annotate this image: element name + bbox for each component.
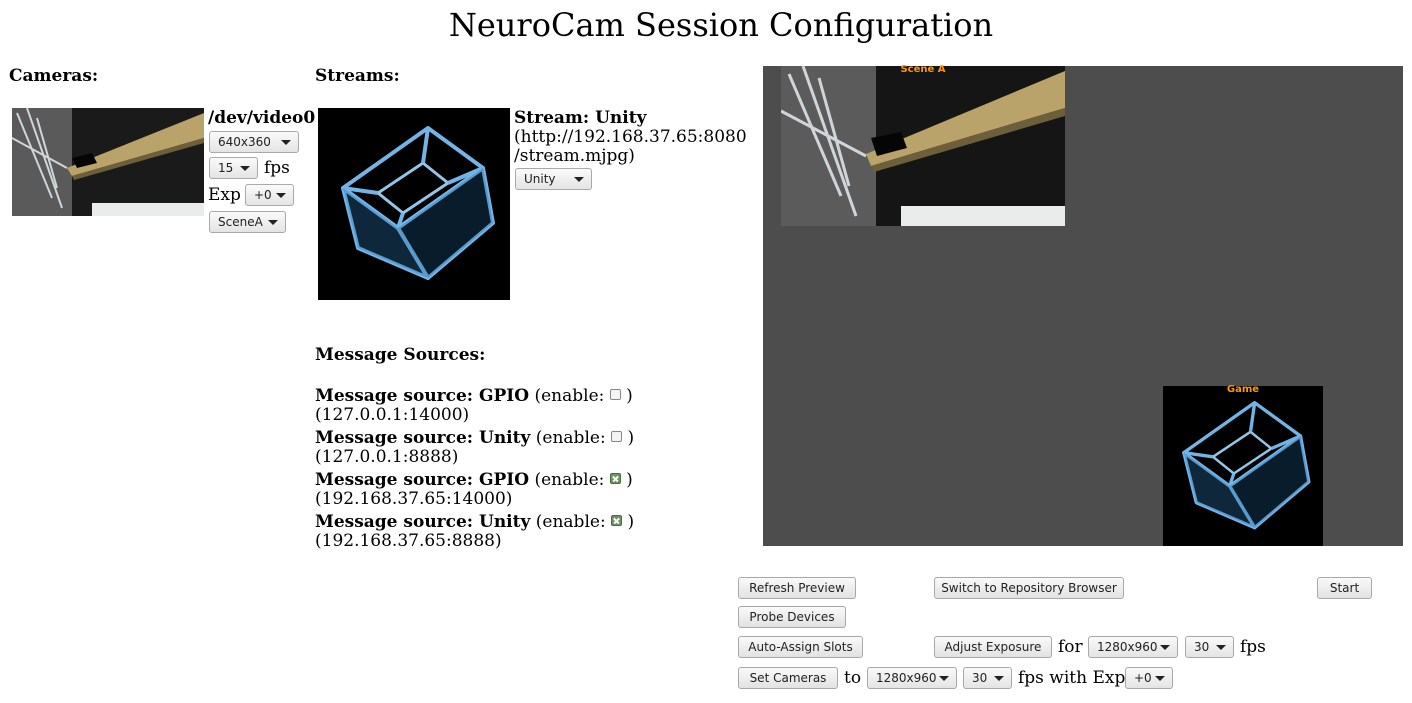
enable-label-close: ) [626,470,633,490]
preview-slot-label: Scene A [900,64,946,75]
message-sources-heading: Message Sources: [315,345,486,365]
preview-game-image [1163,386,1323,546]
camera-fps-label: fps [264,158,290,178]
for-label: for [1058,637,1083,657]
message-source-enable-checkbox[interactable] [611,431,623,442]
camera-exposure-select[interactable]: +0 [245,184,294,206]
message-source-label: Message source: Unity [315,428,531,448]
message-source-item: Message source: GPIO (enable: ) (192.168… [315,471,633,509]
preview-slot-game[interactable]: Game [1163,384,1323,546]
enable-label-close: ) [626,386,633,406]
stream-name: Stream: Unity [514,108,647,128]
streams-heading: Streams: [315,66,400,86]
set-fps-select[interactable]: 30 [963,667,1012,689]
enable-label: (enable: [534,470,605,490]
set-cameras-button[interactable]: Set Cameras [738,667,838,689]
camera-exp-label: Exp [208,185,241,205]
enable-label: (enable: [534,386,605,406]
preview-scene-a-image [780,65,1065,226]
enable-label-close: ) [627,428,635,448]
auto-assign-slots-button[interactable]: Auto-Assign Slots [738,636,863,658]
adjust-exposure-button[interactable]: Adjust Exposure [934,636,1052,658]
message-source-item: Message source: GPIO (enable: ) (127.0.0… [315,387,633,425]
camera-device-name: /dev/video0 [208,108,316,128]
stream-thumbnail[interactable] [318,108,510,300]
adjust-fps-label: fps [1240,637,1266,657]
cameras-heading: Cameras: [9,66,99,86]
stream-scene-select[interactable]: Unity [515,168,592,190]
enable-label: (enable: [535,512,606,532]
message-source-address: (192.168.37.65:8888) [315,531,502,551]
refresh-preview-button[interactable]: Refresh Preview [738,577,856,599]
adjust-fps-select[interactable]: 30 [1185,636,1234,658]
switch-repository-browser-button[interactable]: Switch to Repository Browser [934,577,1124,599]
set-exposure-select[interactable]: +0 [1125,667,1173,689]
to-label: to [844,668,862,688]
message-source-label: Message source: GPIO [315,470,530,490]
message-source-enable-checkbox[interactable] [609,389,621,400]
camera-resolution-select[interactable]: 640x360 [209,131,299,153]
message-source-label: Message source: Unity [315,512,531,532]
enable-label: (enable: [535,428,606,448]
message-source-enable-checkbox[interactable] [611,515,623,526]
message-source-address: (127.0.0.1:14000) [315,405,470,425]
message-source-label: Message source: GPIO [315,386,530,406]
stream-url-line1: (http://192.168.37.65:8080 [514,127,747,147]
stream-url-line2: /stream.mjpg) [514,146,635,166]
camera-fps-select[interactable]: 15 [209,157,258,179]
preview-slot-label: Game [1226,384,1260,395]
message-source-item: Message source: Unity (enable: ) (127.0.… [315,429,634,467]
set-resolution-select[interactable]: 1280x960 [867,667,957,689]
camera-scene-select[interactable]: SceneA [209,211,286,233]
probe-devices-button[interactable]: Probe Devices [738,606,846,628]
preview-canvas[interactable]: Scene A Game [763,64,1403,546]
preview-slot-scene-a[interactable]: Scene A [780,64,1065,226]
start-button[interactable]: Start [1317,577,1372,599]
fps-with-exp-label: fps with Exp [1018,668,1126,688]
enable-label-close: ) [627,512,635,532]
page-title: NeuroCam Session Configuration [448,6,994,44]
message-source-address: (127.0.0.1:8888) [315,447,459,467]
message-source-item: Message source: Unity (enable: ) (192.16… [315,513,634,551]
adjust-resolution-select[interactable]: 1280x960 [1088,636,1178,658]
message-source-enable-checkbox[interactable] [609,473,621,484]
camera-thumbnail[interactable] [12,108,204,216]
message-source-address: (192.168.37.65:14000) [315,489,513,509]
